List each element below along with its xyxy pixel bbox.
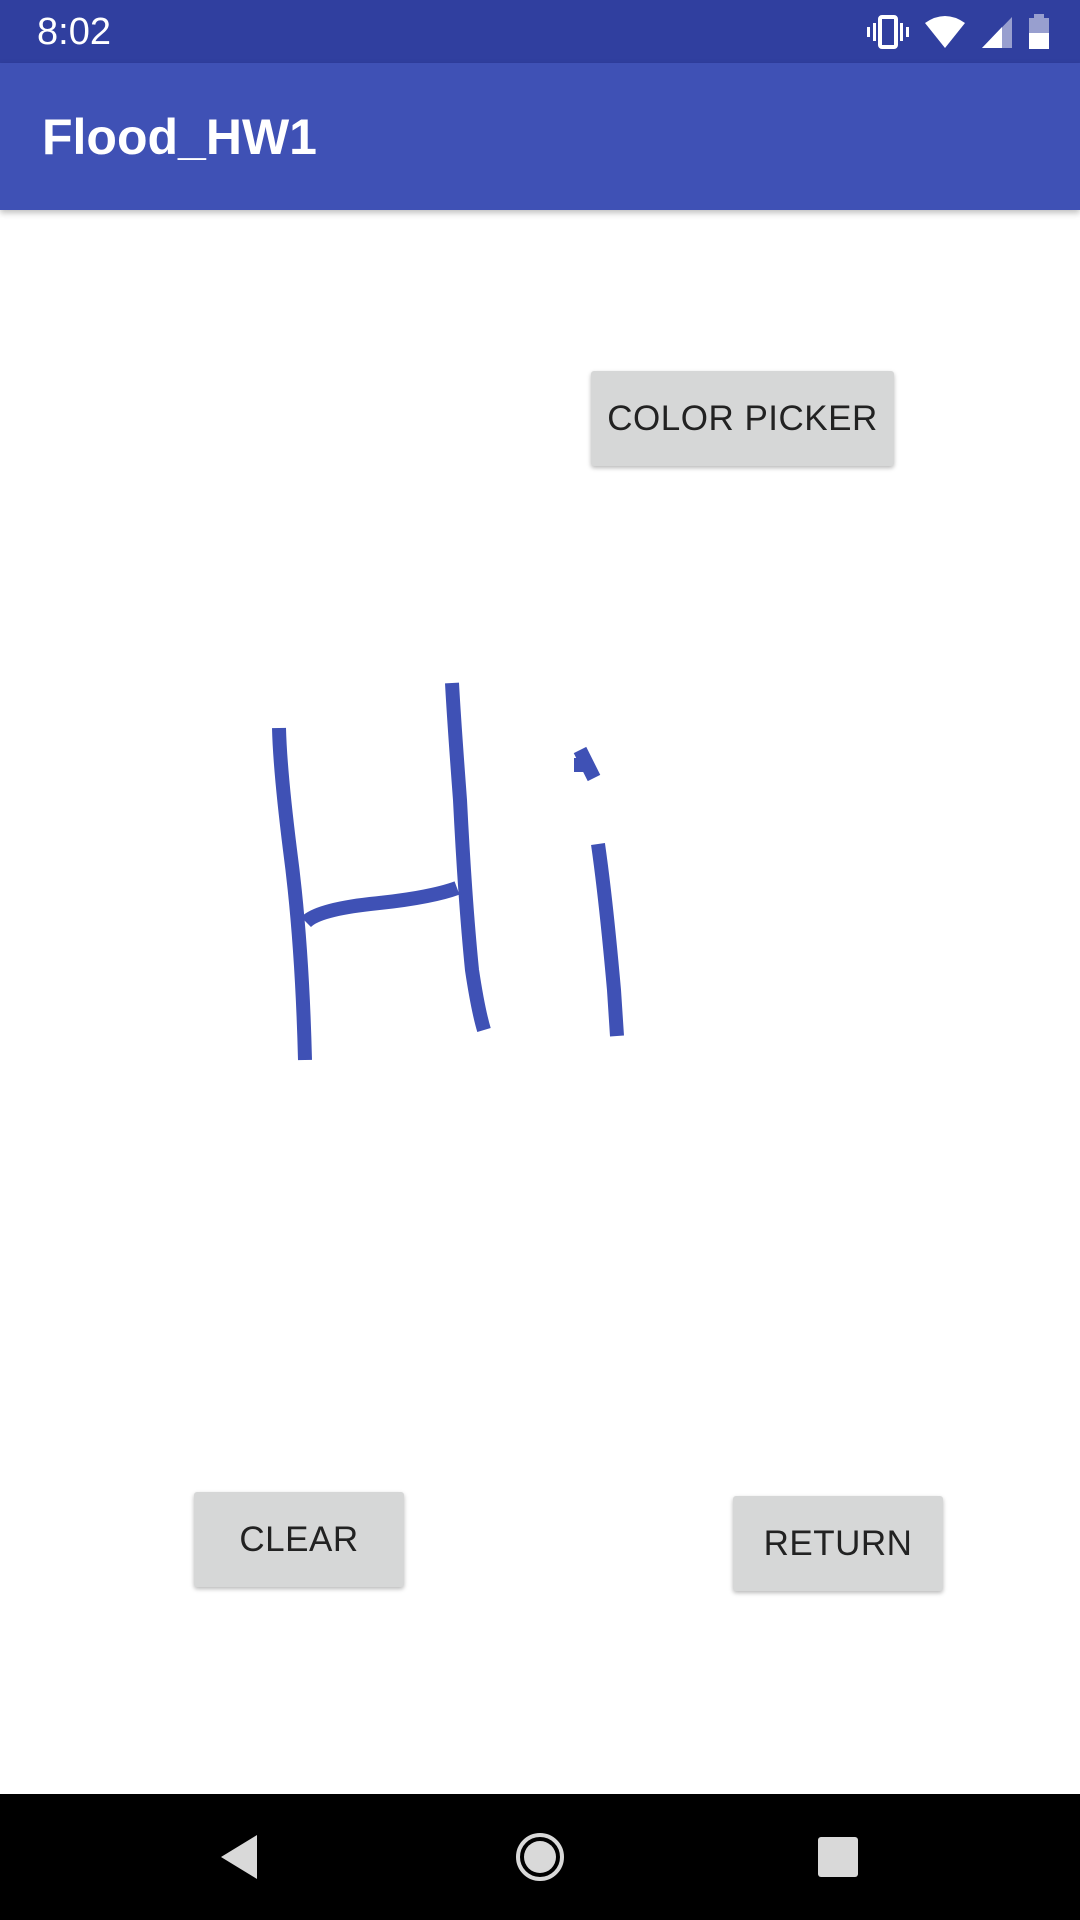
status-bar: 8:02 bbox=[0, 0, 1080, 63]
status-icons bbox=[866, 12, 1050, 52]
battery-icon bbox=[1028, 14, 1050, 50]
stroke-i-stem bbox=[591, 843, 624, 1037]
stroke-h-crossbar bbox=[301, 881, 460, 928]
return-button[interactable]: RETURN bbox=[733, 1496, 943, 1591]
navigation-bar bbox=[0, 1794, 1080, 1920]
stroke-h-left bbox=[272, 727, 312, 1061]
clear-button[interactable]: CLEAR bbox=[194, 1492, 404, 1587]
cell-signal-icon bbox=[980, 15, 1014, 49]
screen: 8:02 Flood_HW1 COLOR PICKER CLEAR RETURN bbox=[0, 0, 1080, 1920]
back-icon[interactable] bbox=[204, 1822, 274, 1892]
wifi-icon bbox=[924, 15, 966, 49]
app-title: Flood_HW1 bbox=[42, 109, 317, 165]
home-icon[interactable] bbox=[505, 1822, 575, 1892]
app-bar: Flood_HW1 bbox=[0, 63, 1080, 210]
status-time: 8:02 bbox=[37, 11, 111, 53]
color-picker-button[interactable]: COLOR PICKER bbox=[591, 371, 894, 466]
vibrate-icon bbox=[866, 15, 910, 49]
recents-icon[interactable] bbox=[803, 1822, 873, 1892]
stroke-h-right bbox=[445, 682, 491, 1033]
